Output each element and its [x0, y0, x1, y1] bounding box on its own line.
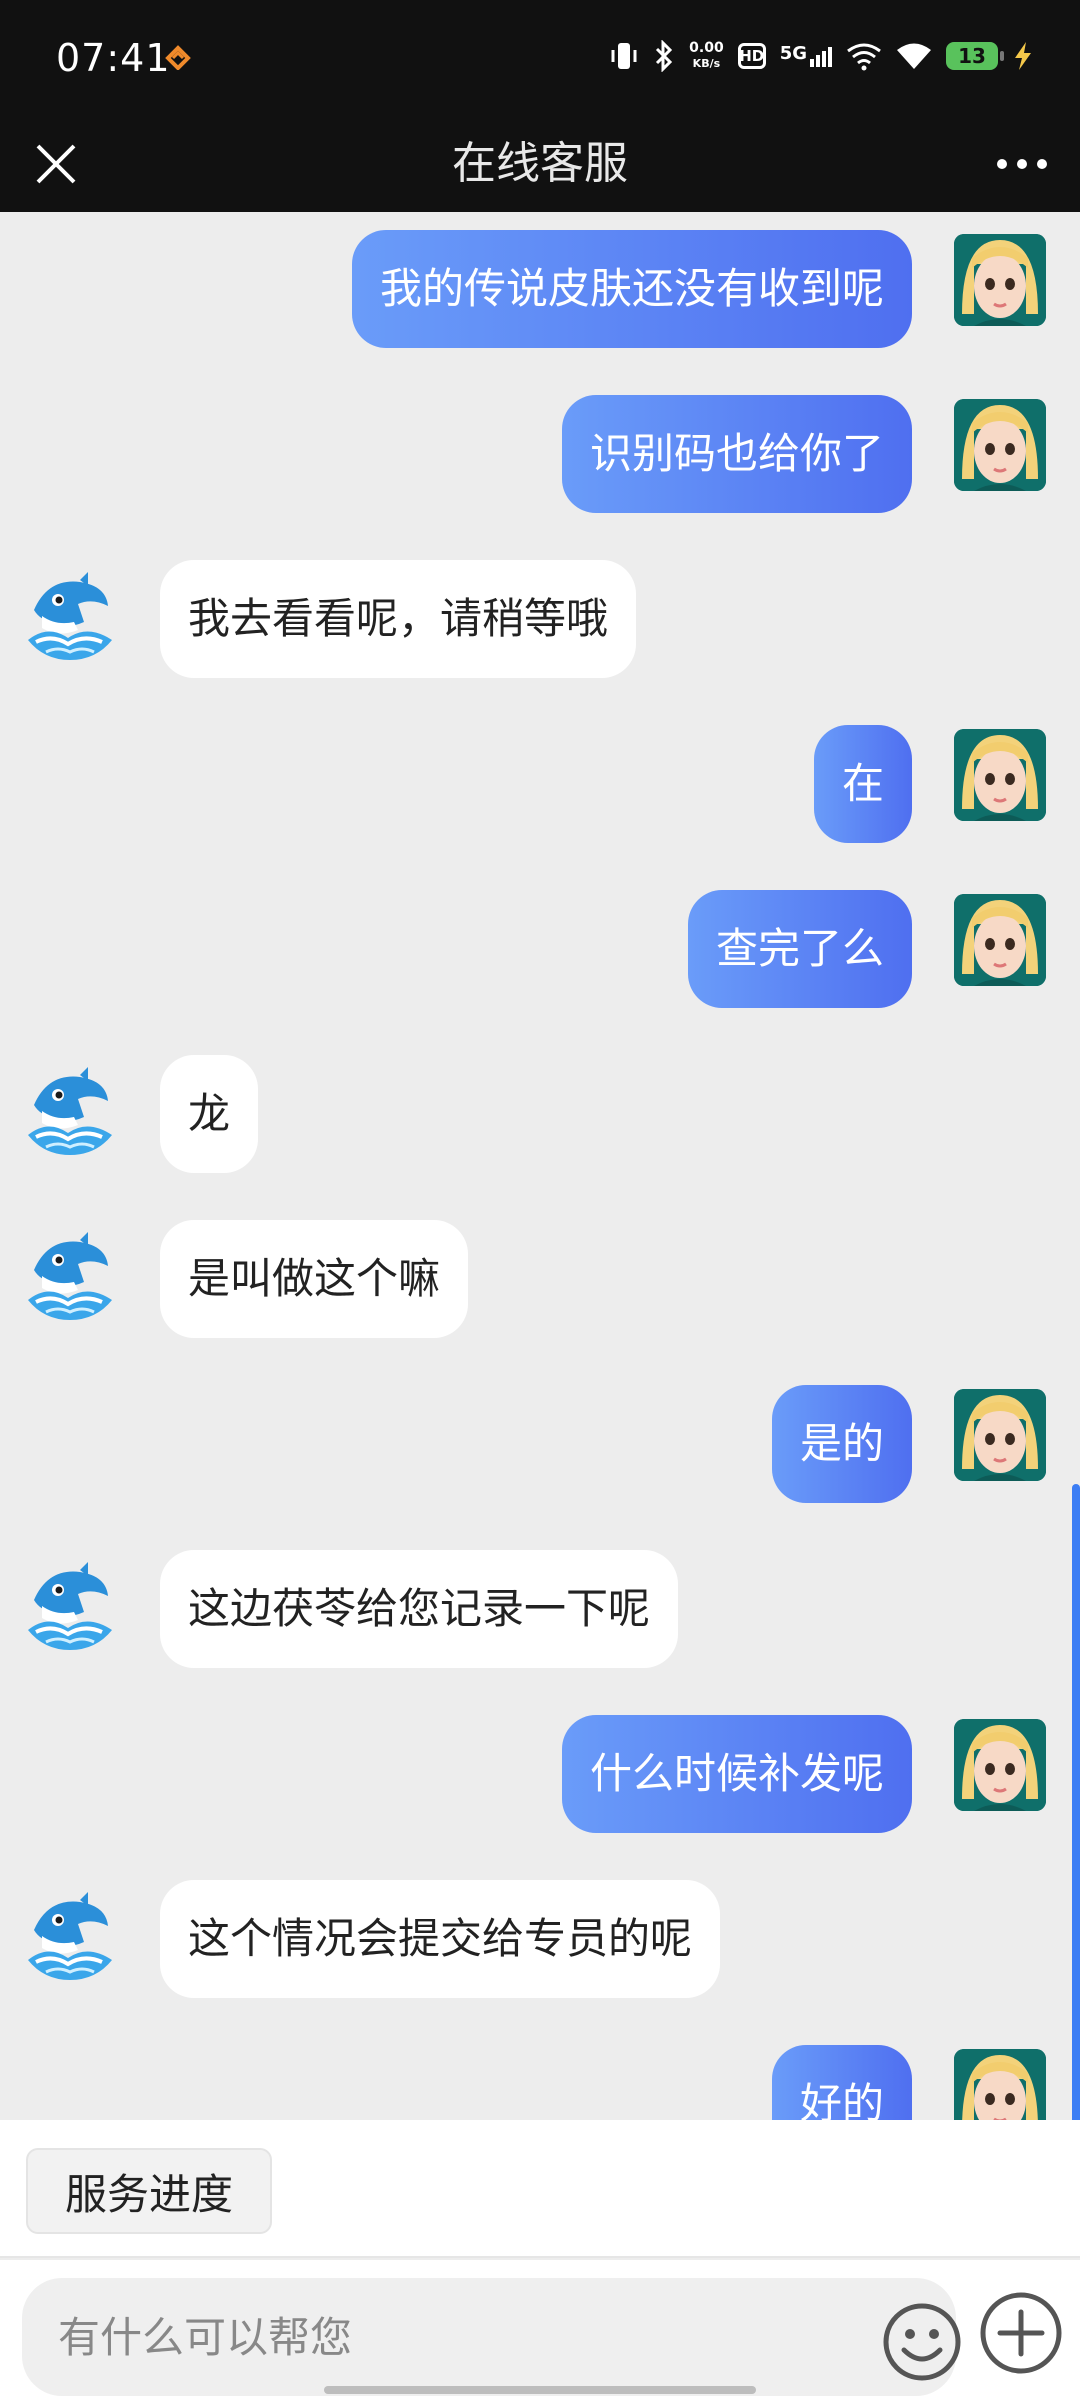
user-message-bubble[interactable]: 好的 [771, 2045, 912, 2120]
user-avatar[interactable] [954, 399, 1046, 491]
quick-action-bar: 服务进度 [0, 2120, 1080, 2258]
user-message-bubble[interactable]: 什么时候补发呢 [561, 1715, 912, 1833]
signal-5g: 5G [780, 45, 832, 67]
user-message-bubble[interactable]: 是的 [771, 1385, 912, 1503]
chat-scrollbar[interactable] [1072, 1484, 1080, 2120]
agent-message-bubble[interactable]: 我去看看呢，请稍等哦 [160, 560, 637, 678]
bot-avatar[interactable] [22, 1067, 118, 1163]
charging-icon [1015, 42, 1031, 70]
message-row: 是叫做这个嘛 [0, 1220, 1080, 1338]
agent-message-bubble[interactable]: 是叫做这个嘛 [160, 1220, 469, 1338]
user-message-bubble[interactable]: 识别码也给你了 [561, 395, 912, 513]
message-row: 识别码也给你了 [0, 395, 1080, 513]
battery-icon: 13 [946, 42, 1004, 70]
more-icon[interactable] [992, 136, 1052, 192]
status-bar: 07:41 0.00 KB/s HD 5G 13 [0, 0, 1080, 116]
network-speed-value: 0.00 [689, 40, 724, 56]
bluetooth-icon [656, 40, 673, 72]
wifi-call-icon [847, 43, 881, 71]
user-avatar[interactable] [954, 894, 1046, 986]
emoji-icon[interactable] [880, 2300, 964, 2384]
user-avatar[interactable] [954, 1719, 1046, 1811]
home-indicator[interactable] [324, 2386, 756, 2394]
message-row: 查完了么 [0, 890, 1080, 1008]
message-input[interactable] [58, 2278, 838, 2396]
message-row: 在 [0, 725, 1080, 843]
network-speed-unit: KB/s [692, 57, 721, 70]
bot-avatar[interactable] [22, 1232, 118, 1328]
header-bar: 在线客服 [0, 116, 1080, 212]
message-row: 这个情况会提交给专员的呢 [0, 1880, 1080, 1998]
user-avatar[interactable] [954, 2049, 1046, 2120]
message-row: 我的传说皮肤还没有收到呢 [0, 230, 1080, 348]
user-message-bubble[interactable]: 我的传说皮肤还没有收到呢 [351, 230, 912, 348]
message-row: 什么时候补发呢 [0, 1715, 1080, 1833]
chat-message-list[interactable]: 我的传说皮肤还没有收到呢 识别码也给你了 我去看看呢，请稍等哦 在 查完了么 龙… [0, 212, 1080, 2120]
user-avatar[interactable] [954, 1389, 1046, 1481]
signal-icon [810, 47, 832, 67]
input-bar [0, 2260, 1080, 2400]
message-row: 是的 [0, 1385, 1080, 1503]
user-avatar[interactable] [954, 729, 1046, 821]
network-speed: 0.00 KB/s [689, 41, 724, 71]
user-message-bubble[interactable]: 查完了么 [687, 890, 912, 1008]
service-progress-button[interactable]: 服务进度 [26, 2148, 272, 2234]
user-avatar[interactable] [954, 234, 1046, 326]
vibrate-icon [611, 43, 637, 69]
bot-avatar[interactable] [22, 1892, 118, 1988]
wifi-icon [897, 43, 931, 69]
message-row: 好的 [0, 2045, 1080, 2120]
app-notification-icon [165, 45, 191, 70]
agent-message-bubble[interactable]: 这个情况会提交给专员的呢 [160, 1880, 721, 1998]
message-input-container [22, 2278, 961, 2396]
status-time: 07:41 [56, 36, 171, 80]
user-message-bubble[interactable]: 在 [813, 725, 912, 843]
message-row: 龙 [0, 1055, 1080, 1173]
bot-avatar[interactable] [22, 1562, 118, 1658]
status-icons: 0.00 KB/s HD 5G 13 [609, 34, 1034, 78]
network-type: 5G [779, 43, 807, 64]
agent-message-bubble[interactable]: 龙 [160, 1055, 259, 1173]
message-row: 这边茯苓给您记录一下呢 [0, 1550, 1080, 1668]
plus-icon[interactable] [978, 2290, 1064, 2376]
message-row: 我去看看呢，请稍等哦 [0, 560, 1080, 678]
hd-badge: HD [737, 43, 766, 69]
bot-avatar[interactable] [22, 572, 118, 668]
agent-message-bubble[interactable]: 这边茯苓给您记录一下呢 [160, 1550, 679, 1668]
page-title: 在线客服 [452, 138, 628, 189]
